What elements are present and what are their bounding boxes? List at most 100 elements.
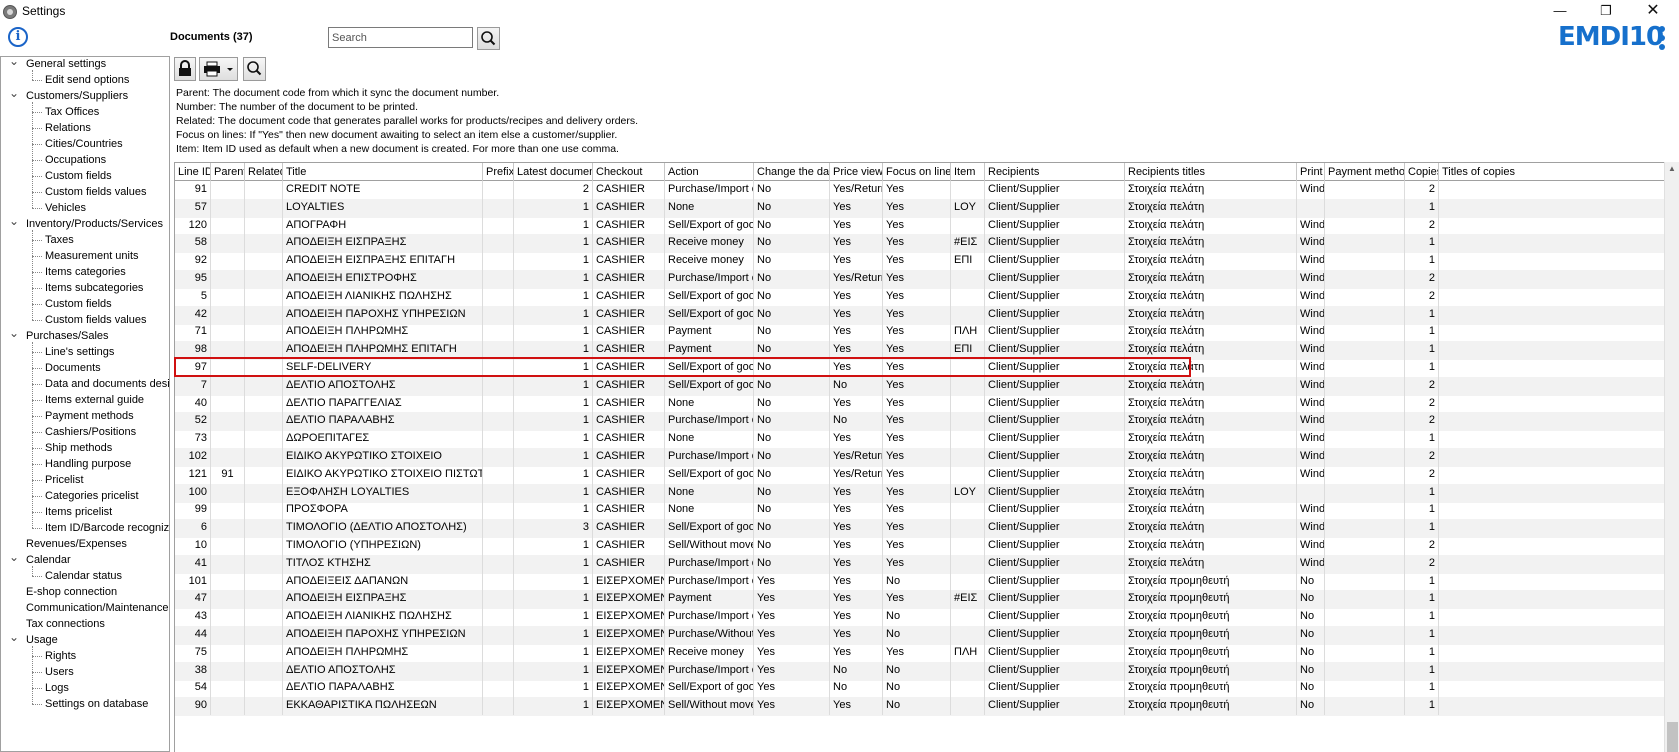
table-row[interactable]: 7 ΔΕΛΤΙΟ ΑΠΟΣΤΟΛΗΣ 1 CASHIER Sell/Export of … <box>175 376 1665 396</box>
table-row[interactable]: 90ΕΚΚΑΘΑΡΙΣΤΙΚΑ ΠΩΛΗΣΕΩΝ1ΕΙΣΕΡΧΟΜΕΝΑSell… <box>175 697 1665 717</box>
table-row[interactable]: 71 ΑΠΟΔΕΙΞΗ ΠΛΗΡΩΜΗΣ 1 CASHIER Payment No Yes Y… <box>175 323 1665 342</box>
column-header[interactable]: Copies <box>1405 163 1439 181</box>
table-row[interactable]: 52 ΔΕΛΤΙΟ ΠΑΡΑΛΑΒΗΣ 1 CASHIER Purchase/Impor… <box>175 412 1665 432</box>
table-row[interactable]: 91 CREDIT NOTE 2 CASHIER Purchase/Import of N… <box>175 181 1665 200</box>
tree-item[interactable]: Logs <box>45 680 69 696</box>
tree-item[interactable]: Communication/Maintenance <box>26 600 168 616</box>
tree-item[interactable]: Purchases/Sales <box>26 328 109 344</box>
expand-arrow-icon[interactable]: ⌄ <box>9 551 19 568</box>
table-row[interactable]: 38ΔΕΛΤΙΟ ΑΠΟΣΤΟΛΗΣ1ΕΙΣΕΡΧΟΜΕΝΑPurchase/I… <box>175 661 1665 681</box>
table-row[interactable]: 41 ΤΙΤΛΟΣ ΚΤΗΣΗΣ 1 CASHIER Purchase/Import o… <box>175 554 1665 574</box>
column-header[interactable]: Payment method <box>1325 163 1405 181</box>
lock-button[interactable] <box>174 57 196 81</box>
tree-item[interactable]: Items pricelist <box>45 504 112 520</box>
expand-arrow-icon[interactable]: ⌄ <box>9 87 19 104</box>
tree-item[interactable]: E-shop connection <box>26 584 117 600</box>
tree-item[interactable]: Items categories <box>45 264 126 280</box>
tree-item[interactable]: General settings <box>26 57 106 72</box>
table-row[interactable]: 98 ΑΠΟΔΕΙΞΗ ΠΛΗΡΩΜΗΣ ΕΠΙΤΑΓΗ 1 CASHIER Payme… <box>175 341 1665 361</box>
table-row[interactable]: 47ΑΠΟΔΕΙΞΗ ΕΙΣΠΡΑΞΗΣ1ΕΙΣΕΡΧΟΜΕΝΑPaymentY… <box>175 590 1665 610</box>
column-header[interactable]: Price view <box>830 163 883 181</box>
column-header[interactable]: Related <box>245 163 283 181</box>
tree-item[interactable]: Items subcategories <box>45 280 143 296</box>
column-header[interactable]: Titles of copies <box>1439 163 1665 181</box>
tree-item[interactable]: Users <box>45 664 74 680</box>
minimize-button[interactable]: — <box>1537 0 1583 24</box>
table-row[interactable]: 99 ΠΡΟΣΦΟΡΑ 1 CASHIER None No Yes Yes Client/Sup… <box>175 501 1665 520</box>
tree-item[interactable]: Cashiers/Positions <box>45 424 136 440</box>
column-header[interactable]: Print <box>1297 163 1325 181</box>
tree-item[interactable]: Relations <box>45 120 91 136</box>
tree-item[interactable]: Usage <box>26 632 58 648</box>
column-header[interactable]: Item <box>951 163 985 181</box>
tree-item[interactable]: Customers/Suppliers <box>26 88 128 104</box>
column-header[interactable]: Action <box>665 163 754 181</box>
column-header[interactable]: Recipients <box>985 163 1125 181</box>
print-button[interactable] <box>199 57 238 81</box>
tree-item[interactable]: Payment methods <box>45 408 134 424</box>
tree-item[interactable]: Items external guide <box>45 392 144 408</box>
column-header[interactable]: Checkout <box>593 163 665 181</box>
tree-item[interactable]: Inventory/Products/Services <box>26 216 163 232</box>
maximize-button[interactable]: ❐ <box>1583 0 1629 24</box>
table-row[interactable]: 95 ΑΠΟΔΕΙΞΗ ΕΠΙΣΤΡΟΦΗΣ 1 CASHIER Purchase/Im… <box>175 270 1665 289</box>
vertical-scrollbar[interactable]: ▲ <box>1664 162 1679 752</box>
column-header[interactable]: Recipients titles <box>1125 163 1297 181</box>
tree-item[interactable]: Custom fields <box>45 168 112 184</box>
column-header[interactable]: Title <box>283 163 483 181</box>
table-row[interactable]: 97 SELF-DELIVERY 1 CASHIER Sell/Export of go… <box>175 359 1665 378</box>
tree-item[interactable]: Tax Offices <box>45 104 99 120</box>
more-options-icon[interactable] <box>1659 26 1665 50</box>
tree-item[interactable]: Tax connections <box>26 616 105 632</box>
tree-item[interactable]: Data and documents design <box>45 376 169 392</box>
tree-item[interactable]: Pricelist <box>45 472 84 488</box>
table-row[interactable]: 57 LOYALTIES 1 CASHIER None No Yes Yes LOY Client… <box>175 198 1665 218</box>
tree-item[interactable]: Categories pricelist <box>45 488 139 504</box>
column-header[interactable]: Change the day <box>754 163 830 181</box>
table-row[interactable]: 54ΔΕΛΤΙΟ ΠΑΡΑΛΑΒΗΣ1ΕΙΣΕΡΧΟΜΕΝΑSell/Expor… <box>175 679 1665 698</box>
table-row[interactable]: 42 ΑΠΟΔΕΙΞΗ ΠΑΡΟΧΗΣ ΥΠΗΡΕΣΙΩΝ 1 CASHIER Sell… <box>175 305 1665 325</box>
expand-arrow-icon[interactable]: ⌄ <box>9 631 19 648</box>
search-input[interactable] <box>328 27 473 48</box>
tree-item[interactable]: Item ID/Barcode recognizer <box>45 520 169 536</box>
tree-item[interactable]: Calendar status <box>45 568 122 584</box>
tree-item[interactable]: Settings on database <box>45 696 148 712</box>
table-row[interactable]: 44ΑΠΟΔΕΙΞΗ ΠΑΡΟΧΗΣ ΥΠΗΡΕΣΙΩΝ1ΕΙΣΕΡΧΟΜΕΝΑ… <box>175 626 1665 645</box>
tree-item[interactable]: Documents <box>45 360 101 376</box>
table-row[interactable]: 73 ΔΩΡΟΕΠΙΤΑΓΕΣ 1 CASHIER None No Yes Yes Client… <box>175 430 1665 449</box>
table-row[interactable]: 121 91 ΕΙΔΙΚΟ ΑΚΥΡΩΤΙΚΟ ΣΤΟΙΧΕΙΟ ΠΙΣΤΩΤΙΚΟ… <box>175 465 1665 485</box>
column-header[interactable]: Parent <box>211 163 245 181</box>
scroll-up-icon[interactable]: ▲ <box>1668 164 1676 173</box>
column-header[interactable]: Focus on lines <box>883 163 951 181</box>
tree-item[interactable]: Rights <box>45 648 76 664</box>
table-row[interactable]: 100 ΕΞΟΦΛΗΣΗ LOYALTIES 1 CASHIER None No Yes Ye… <box>175 483 1665 503</box>
column-header[interactable]: Line ID <box>175 163 211 181</box>
tree-item[interactable]: Edit send options <box>45 72 129 88</box>
documents-table[interactable]: Line ID Parent Related Title Prefix Latest do… <box>174 162 1679 752</box>
tree-item[interactable]: Ship methods <box>45 440 112 456</box>
table-row[interactable]: 58 ΑΠΟΔΕΙΞΗ ΕΙΣΠΡΑΞΗΣ 1 CASHIER Receive mone… <box>175 234 1665 254</box>
tree-item[interactable]: Custom fields values <box>45 184 147 200</box>
expand-arrow-icon[interactable]: ⌄ <box>9 57 19 72</box>
info-icon[interactable]: i <box>8 27 28 47</box>
table-row[interactable]: 102 ΕΙΔΙΚΟ ΑΚΥΡΩΤΙΚΟ ΣΤΟΙΧΕΙΟ 1 CASHIER Purc… <box>175 448 1665 467</box>
tree-item[interactable]: Handling purpose <box>45 456 131 472</box>
column-header[interactable]: Latest document <box>514 163 593 181</box>
tree-item[interactable]: Cities/Countries <box>45 136 123 152</box>
search-button[interactable] <box>477 27 500 50</box>
table-row[interactable]: 120 ΑΠΟΓΡΑΦΗ 1 CASHIER Sell/Export of good No… <box>175 216 1665 236</box>
table-row[interactable]: 10 ΤΙΜΟΛΟΓΙΟ (ΥΠΗΡΕΣΙΩΝ) 1 CASHIER Sell/With… <box>175 537 1665 556</box>
tree-item[interactable]: Measurement units <box>45 248 139 264</box>
table-row[interactable]: 75ΑΠΟΔΕΙΞΗ ΠΛΗΡΩΜΗΣ1ΕΙΣΕΡΧΟΜΕΝΑReceive m… <box>175 643 1665 663</box>
tree-item[interactable]: Vehicles <box>45 200 86 216</box>
table-row[interactable]: 92 ΑΠΟΔΕΙΞΗ ΕΙΣΠΡΑΞΗΣ ΕΠΙΤΑΓΗ 1 CASHIER Rece… <box>175 252 1665 271</box>
tree-item[interactable]: Revenues/Expenses <box>26 536 127 552</box>
close-button[interactable]: ✕ <box>1630 0 1676 24</box>
settings-tree[interactable]: General settings ⌄ Edit send options Custom… <box>0 56 170 752</box>
tree-item[interactable]: Custom fields <box>45 296 112 312</box>
tree-item[interactable]: Taxes <box>45 232 74 248</box>
find-button[interactable] <box>243 57 266 81</box>
table-row[interactable]: 101ΑΠΟΔΕΙΞΕΙΣ ΔΑΠΑΝΩΝ1ΕΙΣΕΡΧΟΜΕΝΑPurchas… <box>175 572 1665 592</box>
expand-arrow-icon[interactable]: ⌄ <box>9 327 19 344</box>
scrollbar-thumb[interactable] <box>1667 722 1678 752</box>
